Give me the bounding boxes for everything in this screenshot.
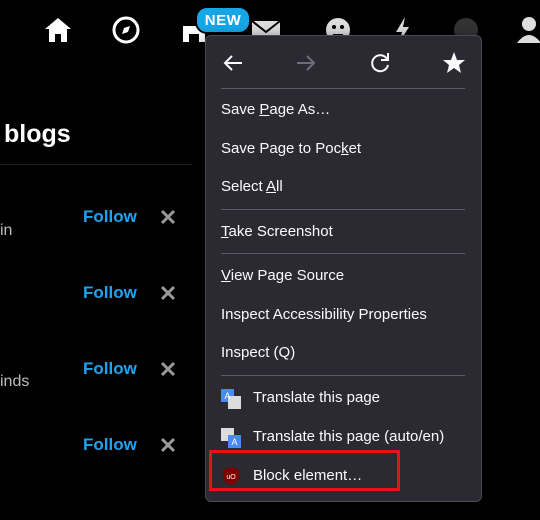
context-menu-navigation xyxy=(206,36,481,88)
reload-icon[interactable] xyxy=(367,50,393,76)
menu-item-view-page-source[interactable]: View Page Source xyxy=(221,267,344,284)
menu-item-inspect-accessibility[interactable]: Inspect Accessibility Properties xyxy=(221,306,427,323)
menu-separator xyxy=(221,88,465,89)
blog-row-text: inds xyxy=(0,373,30,390)
menu-item-translate-page-auto[interactable]: Translate this page (auto/en) xyxy=(253,428,444,445)
home-icon[interactable] xyxy=(42,14,74,46)
back-icon[interactable] xyxy=(220,50,246,76)
dismiss-icon[interactable] xyxy=(160,437,176,453)
user-icon[interactable] xyxy=(513,14,540,46)
menu-item-save-to-pocket[interactable]: Save Page to Pocket xyxy=(221,140,361,157)
svg-text:A: A xyxy=(224,391,230,401)
context-menu: Save Page As… Save Page to Pocket Select… xyxy=(205,35,482,502)
follow-button[interactable]: Follow xyxy=(83,283,137,303)
dismiss-icon[interactable] xyxy=(160,285,176,301)
menu-separator xyxy=(221,375,465,376)
follow-button[interactable]: Follow xyxy=(83,207,137,227)
menu-item-inspect[interactable]: Inspect (Q) xyxy=(221,344,295,361)
follow-button[interactable]: Follow xyxy=(83,359,137,379)
dismiss-icon[interactable] xyxy=(160,209,176,225)
menu-separator xyxy=(221,253,465,254)
menu-item-take-screenshot[interactable]: Take Screenshot xyxy=(221,223,333,240)
follow-button[interactable]: Follow xyxy=(83,435,137,455)
divider xyxy=(0,164,192,165)
bookmark-star-icon[interactable] xyxy=(441,50,467,76)
forward-icon[interactable] xyxy=(293,50,319,76)
translate-auto-icon: A xyxy=(221,428,241,448)
menu-item-translate-page[interactable]: Translate this page xyxy=(253,389,380,406)
menu-item-save-page-as[interactable]: Save Page As… xyxy=(221,101,330,118)
translate-icon: A xyxy=(221,389,241,409)
menu-separator xyxy=(221,209,465,210)
svg-text:A: A xyxy=(231,437,237,447)
page-heading: blogs xyxy=(4,120,71,148)
highlight-box xyxy=(209,450,400,491)
menu-item-select-all[interactable]: Select All xyxy=(221,178,283,195)
compass-icon[interactable] xyxy=(110,14,142,46)
blog-row-text: in xyxy=(0,222,13,239)
dismiss-icon[interactable] xyxy=(160,361,176,377)
new-badge: NEW xyxy=(195,6,251,34)
